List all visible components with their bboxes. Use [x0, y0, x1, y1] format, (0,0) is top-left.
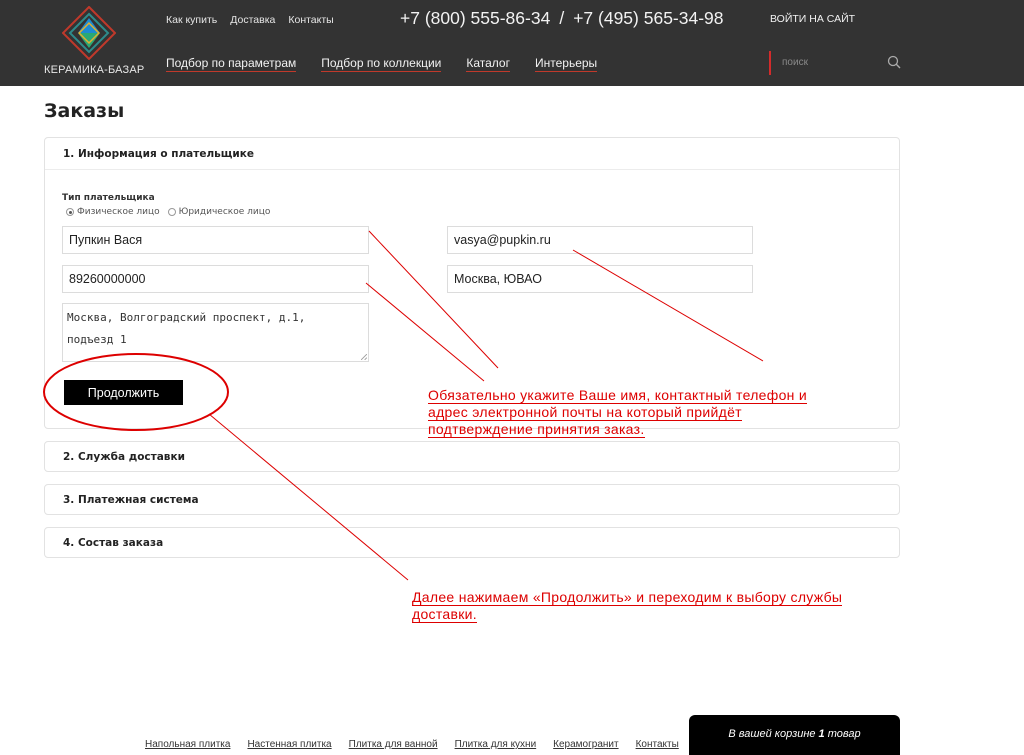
payment-panel[interactable]: 3. Платежная система — [44, 484, 900, 515]
section-payer-title[interactable]: 1. Информация о плательщике — [63, 148, 254, 160]
login-link[interactable]: ВОЙТИ НА САЙТ — [770, 13, 855, 25]
radio-unchecked-icon[interactable] — [167, 208, 176, 216]
section-payment-title[interactable]: 3. Платежная система — [63, 494, 199, 506]
delivery-panel[interactable]: 2. Служба доставки — [44, 441, 900, 472]
note1-line-1: Обязательно укажите Ваше имя, контактный… — [428, 387, 808, 404]
note2-line-1: Далее нажимаем «Продолжить» и переходим … — [412, 589, 843, 606]
phone-2[interactable]: +7 (495) 565-34-98 — [573, 8, 723, 28]
section-order-title[interactable]: 4. Состав заказа — [63, 537, 163, 549]
footer-link-porcelain[interactable]: Керамогранит — [553, 739, 618, 750]
cart-widget[interactable]: В вашей корзине 1 товар — [689, 715, 900, 755]
order-panel[interactable]: 4. Состав заказа — [44, 527, 900, 558]
radio-checked-icon[interactable] — [66, 208, 74, 216]
phone-numbers: +7 (800) 555-86-34 / +7 (495) 565-34-98 — [400, 8, 724, 29]
cart-suffix: товар — [827, 728, 861, 740]
search-accent-bar — [769, 51, 771, 75]
note1-line-3: подтверждение принятия заказ. — [428, 421, 645, 438]
main-nav: Подбор по параметрам Подбор по коллекции… — [166, 56, 622, 72]
nav-by-collection[interactable]: Подбор по коллекции — [321, 56, 442, 72]
top-nav-delivery[interactable]: Доставка — [230, 14, 275, 26]
name-field[interactable] — [62, 226, 369, 254]
footer-link-contacts[interactable]: Контакты — [636, 739, 679, 750]
annotation-note-2: Далее нажимаем «Продолжить» и переходим … — [412, 589, 843, 623]
search-icon[interactable] — [886, 54, 902, 70]
page-title: Заказы — [44, 100, 125, 122]
footer-link-kitchen-tile[interactable]: Плитка для кухни — [455, 739, 537, 750]
phone-field[interactable] — [62, 265, 369, 293]
email-field[interactable] — [447, 226, 753, 254]
search-input[interactable] — [774, 52, 900, 72]
continue-button[interactable]: Продолжить — [64, 380, 183, 405]
top-nav-contacts[interactable]: Контакты — [288, 14, 333, 26]
section-delivery-title[interactable]: 2. Служба доставки — [63, 451, 185, 463]
payer-type-radio-group: Физическое лицо Юридическое лицо — [66, 207, 278, 217]
radio-legal-label: Юридическое лицо — [178, 207, 271, 217]
radio-individual[interactable]: Физическое лицо — [66, 207, 160, 217]
top-nav-how-to-buy[interactable]: Как купить — [166, 14, 217, 26]
address-field[interactable]: Москва, Волгоградский проспект, д.1, под… — [62, 303, 369, 362]
footer-link-floor-tile[interactable]: Напольная плитка — [145, 739, 230, 750]
radio-legal-entity[interactable]: Юридическое лицо — [167, 207, 271, 217]
phone-1[interactable]: +7 (800) 555-86-34 — [400, 8, 550, 28]
cart-prefix: В вашей корзине — [728, 728, 816, 740]
panel-divider — [45, 169, 899, 170]
footer-link-bathroom-tile[interactable]: Плитка для ванной — [349, 739, 438, 750]
logo-icon[interactable] — [62, 6, 116, 60]
logo-text[interactable]: КЕРАМИКА-БАЗАР — [44, 64, 144, 76]
radio-individual-label: Физическое лицо — [77, 207, 160, 217]
annotation-note-1: Обязательно укажите Ваше имя, контактный… — [428, 387, 808, 438]
note2-line-2: доставки. — [412, 606, 477, 623]
footer-links: Напольная плитка Настенная плитка Плитка… — [145, 739, 679, 750]
footer-link-wall-tile[interactable]: Настенная плитка — [247, 739, 331, 750]
site-header: КЕРАМИКА-БАЗАР Как купить Доставка Конта… — [0, 0, 1024, 86]
city-field[interactable] — [447, 265, 753, 293]
resize-handle-icon[interactable] — [361, 354, 367, 360]
top-nav: Как купить Доставка Контакты — [166, 14, 334, 26]
nav-by-parameters[interactable]: Подбор по параметрам — [166, 56, 297, 72]
note1-line-2: адрес электронной почты на который прийд… — [428, 404, 742, 421]
nav-catalog[interactable]: Каталог — [466, 56, 510, 72]
payer-type-label: Тип плательщика — [62, 193, 155, 203]
cart-count: 1 — [818, 728, 825, 740]
phone-separator: / — [559, 8, 565, 28]
nav-interiors[interactable]: Интерьеры — [534, 56, 598, 72]
